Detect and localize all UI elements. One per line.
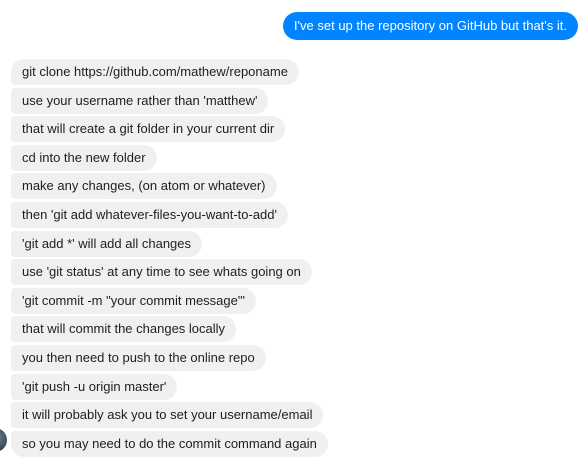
conversation-thread: I've set up the repository on GitHub but… xyxy=(0,0,585,463)
received-message-bubble[interactable]: 'git add *' will add all changes xyxy=(11,230,203,257)
received-message-bubble[interactable]: it will probably ask you to set your use… xyxy=(11,402,324,429)
sent-message-bubble[interactable]: I've set up the repository on GitHub but… xyxy=(282,12,578,40)
received-message-bubble[interactable]: you then need to push to the online repo xyxy=(11,344,266,371)
received-message-bubble[interactable]: 'git push -u origin master' xyxy=(11,373,178,400)
received-message-bubble[interactable]: then 'git add whatever-files-you-want-to… xyxy=(11,201,288,228)
list-item: it will probably ask you to set your use… xyxy=(11,402,328,429)
received-message-bubble[interactable]: cd into the new folder xyxy=(11,144,157,171)
list-item: git clone https://github.com/mathew/repo… xyxy=(11,59,328,85)
list-item: 'git add *' will add all changes xyxy=(11,230,328,257)
list-item: then 'git add whatever-files-you-want-to… xyxy=(11,201,328,228)
list-item: that will commit the changes locally xyxy=(11,316,328,343)
list-item: 'git commit -m "your commit message"' xyxy=(11,287,328,314)
list-item: that will create a git folder in your cu… xyxy=(11,116,328,143)
received-message-bubble[interactable]: git clone https://github.com/mathew/repo… xyxy=(11,59,299,85)
list-item: you then need to push to the online repo xyxy=(11,344,328,371)
received-message-bubble[interactable]: so you may need to do the commit command… xyxy=(11,430,328,457)
list-item: so you may need to do the commit command… xyxy=(11,430,328,457)
received-message-group: git clone https://github.com/mathew/repo… xyxy=(11,59,328,459)
list-item: cd into the new folder xyxy=(11,144,328,171)
list-item: use 'git status' at any time to see what… xyxy=(11,259,328,286)
received-message-bubble[interactable]: use your username rather than 'matthew' xyxy=(11,87,269,114)
received-message-bubble[interactable]: that will commit the changes locally xyxy=(11,316,237,343)
list-item: make any changes, (on atom or whatever) xyxy=(11,173,328,200)
received-message-bubble[interactable]: use 'git status' at any time to see what… xyxy=(11,259,312,286)
list-item: use your username rather than 'matthew' xyxy=(11,87,328,114)
received-message-bubble[interactable]: 'git commit -m "your commit message"' xyxy=(11,287,256,314)
received-message-bubble[interactable]: that will create a git folder in your cu… xyxy=(11,116,286,143)
sent-message-row: I've set up the repository on GitHub but… xyxy=(282,12,578,40)
avatar xyxy=(0,428,7,452)
received-message-bubble[interactable]: make any changes, (on atom or whatever) xyxy=(11,173,277,200)
list-item: 'git push -u origin master' xyxy=(11,373,328,400)
contact-avatar-icon[interactable] xyxy=(0,428,7,454)
